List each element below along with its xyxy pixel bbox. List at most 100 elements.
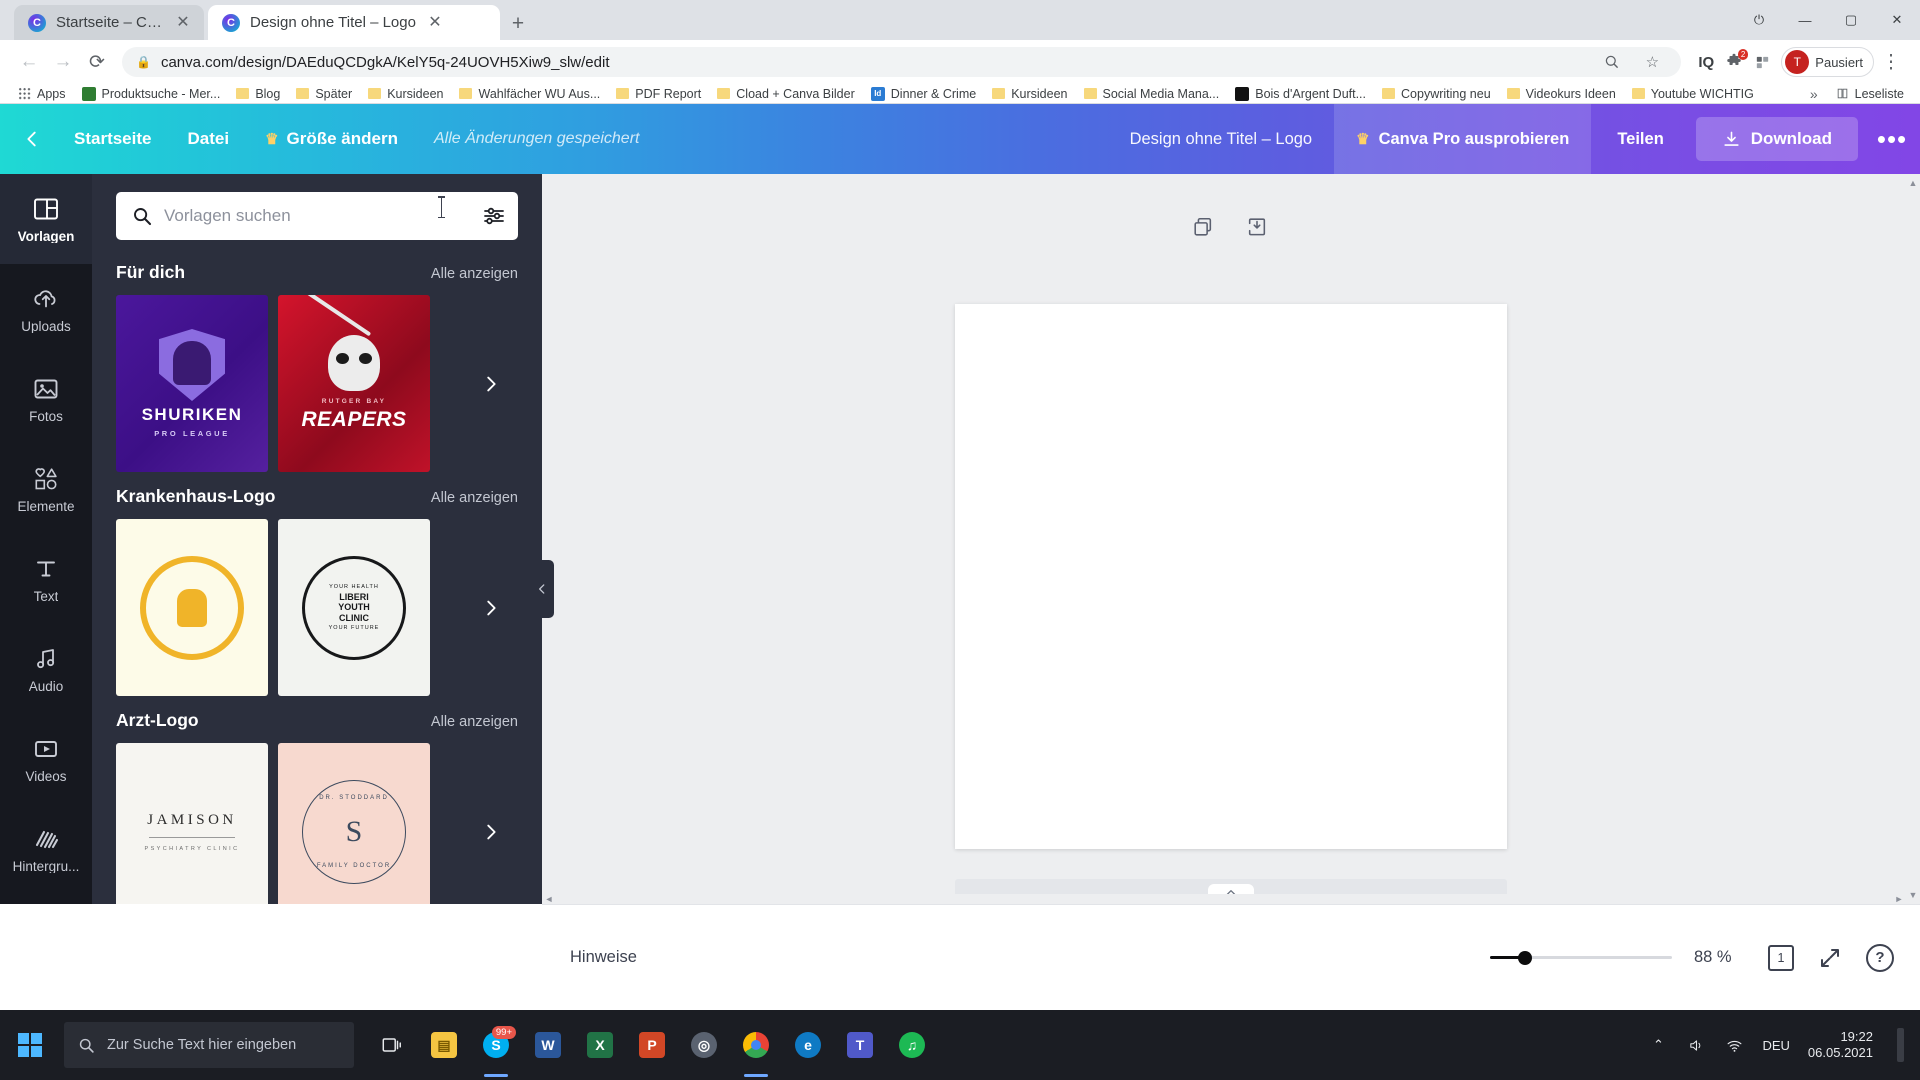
resize-button[interactable]: ♛ Größe ändern [247,119,416,159]
new-tab-button[interactable]: + [504,11,532,39]
sidebar-item-text[interactable]: Text [0,534,92,624]
home-button[interactable]: Startseite [56,119,169,159]
bookmark-item[interactable]: Kursideen [360,84,451,103]
next-templates-button[interactable] [478,595,504,621]
spotify-icon[interactable]: ♫ [888,1010,936,1080]
network-icon[interactable] [1724,1035,1744,1055]
more-options-icon[interactable]: ••• [1864,104,1920,174]
disc-icon[interactable]: ◎ [680,1010,728,1080]
search-box[interactable] [116,192,518,240]
edge-icon[interactable]: e [784,1010,832,1080]
scroll-right-icon[interactable]: ► [1892,894,1906,904]
notes-label[interactable]: Hinweise [542,948,637,967]
bookmark-item[interactable]: Produktsuche - Mer... [74,84,229,103]
share-button[interactable]: Teilen [1591,130,1689,149]
profile-button[interactable]: T Pausiert [1781,47,1874,77]
notification-icon[interactable] [1897,1028,1904,1062]
download-button[interactable]: Download [1695,117,1858,161]
template-thumb[interactable]: JAMISON PSYCHIATRY CLINIC [116,743,268,904]
bookmark-item[interactable]: Später [288,84,360,103]
scroll-left-icon[interactable]: ◄ [542,894,556,904]
page-count-badge[interactable]: 1 [1768,944,1794,971]
add-page-icon[interactable] [1246,216,1270,240]
see-all-link[interactable]: Alle anzeigen [431,714,518,730]
template-thumb[interactable]: YOUR HEALTH LIBERI YOUTH CLINIC YOUR FUTUR… [278,519,430,696]
template-thumb[interactable]: DR. STODDARD S FAMILY DOCTOR [278,743,430,904]
start-button[interactable] [0,1010,60,1080]
reload-icon[interactable]: ⟳ [80,45,114,79]
tab-close-icon[interactable]: ✕ [426,14,444,32]
zoom-slider[interactable] [1490,948,1672,968]
template-thumb[interactable] [116,519,268,696]
bookmark-item[interactable]: Cload + Canva Bilder [709,84,862,103]
back-icon[interactable]: ← [12,45,46,79]
sidebar-item-ordner[interactable]: Ordner [0,894,92,904]
extension-icon[interactable]: 2 [1721,49,1749,75]
bookmark-item[interactable]: Bois d'Argent Duft... [1227,84,1374,103]
volume-icon[interactable] [1686,1035,1706,1055]
taskbar-search[interactable]: Zur Suche Text hier eingeben [64,1022,354,1068]
clock[interactable]: 19:22 06.05.2021 [1808,1029,1873,1062]
expand-icon[interactable] [1816,944,1844,972]
chrome-icon[interactable] [732,1010,780,1080]
see-all-link[interactable]: Alle anzeigen [431,490,518,506]
vertical-scrollbar[interactable]: ▲ ▼ [1906,174,1920,904]
forward-icon[interactable]: → [46,45,80,79]
excel-icon[interactable]: X [576,1010,624,1080]
help-icon[interactable]: ? [1866,943,1894,972]
close-window-button[interactable]: ✕ [1874,4,1920,36]
bookmark-item[interactable]: Blog [228,84,288,103]
skype-icon[interactable]: S 99+ [472,1010,520,1080]
browser-tab-2[interactable]: C Design ohne Titel – Logo ✕ [208,5,500,40]
language-indicator[interactable]: DEU [1762,1038,1789,1053]
horizontal-scrollbar[interactable]: ◄ ► [542,894,1906,904]
bookmark-item[interactable]: Copywriting neu [1374,84,1499,103]
word-icon[interactable]: W [524,1010,572,1080]
chevron-up-icon[interactable]: ⌃ [1648,1035,1668,1055]
task-view-icon[interactable] [368,1010,416,1080]
chrome-menu-icon[interactable]: ⋮ [1874,45,1908,79]
bookmark-item[interactable]: Kursideen [984,84,1075,103]
zoom-icon[interactable] [1597,47,1627,77]
reading-list-button[interactable]: Leseliste [1836,87,1910,101]
bookmark-item[interactable]: Social Media Mana... [1076,84,1228,103]
file-menu-button[interactable]: Datei [169,119,247,159]
power-icon[interactable]: ⏻ [1736,4,1782,36]
iq-extension-icon[interactable]: IQ [1691,47,1721,77]
zoom-knob[interactable] [1518,950,1532,965]
puzzle-icon[interactable] [1747,47,1777,77]
duplicate-page-icon[interactable] [1192,216,1216,240]
url-bar[interactable]: 🔒 canva.com/design/DAEduQCDgkA/KelY5q-24… [122,47,1682,77]
next-templates-button[interactable] [478,819,504,845]
file-explorer-icon[interactable]: ▤ [420,1010,468,1080]
filter-sliders-icon[interactable] [482,204,506,228]
teams-icon[interactable]: T [836,1010,884,1080]
bookmark-item[interactable]: Wahlfächer WU Aus... [451,84,608,103]
bookmark-item[interactable]: Videokurs Ideen [1499,84,1624,103]
design-page[interactable] [955,304,1507,849]
back-to-home-icon[interactable] [0,104,56,174]
template-thumb[interactable]: SHURIKEN PRO LEAGUE [116,295,268,472]
browser-tab-1[interactable]: C Startseite – Canva ✕ [14,5,204,40]
sidebar-item-uploads[interactable]: Uploads [0,264,92,354]
next-templates-button[interactable] [478,371,504,397]
bookmark-item[interactable]: PDF Report [608,84,709,103]
minimize-button[interactable]: — [1782,4,1828,36]
bookmark-star-icon[interactable]: ☆ [1637,47,1667,77]
collapse-panel-button[interactable] [530,560,554,618]
bookmark-item[interactable]: Youtube WICHTIG [1624,84,1762,103]
scroll-up-icon[interactable]: ▲ [1908,178,1918,188]
sidebar-item-fotos[interactable]: Fotos [0,354,92,444]
powerpoint-icon[interactable]: P [628,1010,676,1080]
sidebar-item-audio[interactable]: Audio [0,624,92,714]
scroll-down-icon[interactable]: ▼ [1908,890,1918,900]
bookmark-item[interactable]: Id Dinner & Crime [863,84,984,103]
sidebar-item-vorlagen[interactable]: Vorlagen [0,174,92,264]
template-thumb[interactable]: RUTGER BAY REAPERS [278,295,430,472]
see-all-link[interactable]: Alle anzeigen [431,266,518,282]
canva-pro-button[interactable]: ♛ Canva Pro ausprobieren [1334,104,1592,174]
tab-close-icon[interactable]: ✕ [174,14,192,32]
maximize-button[interactable]: ▢ [1828,4,1874,36]
bookmarks-overflow-button[interactable]: » [1804,86,1824,102]
search-input[interactable] [164,206,470,226]
